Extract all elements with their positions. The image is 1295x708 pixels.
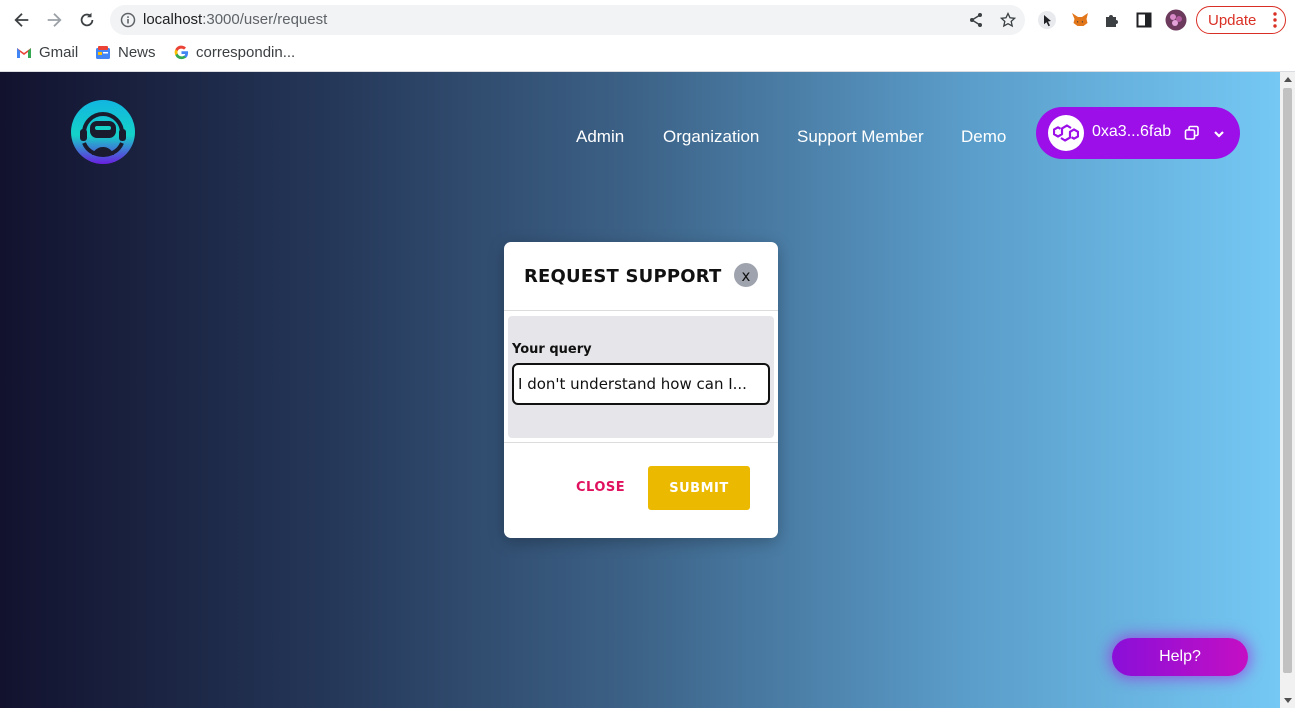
divider (504, 442, 778, 443)
extension-cursor-icon[interactable] (1036, 9, 1058, 31)
copy-icon[interactable] (1184, 125, 1200, 141)
nav-admin[interactable]: Admin (576, 127, 624, 147)
scrollbar-thumb[interactable] (1283, 88, 1292, 673)
update-button[interactable]: Update (1196, 6, 1286, 34)
request-support-modal: REQUEST SUPPORT x Your query CLOSE SUBMI… (504, 242, 778, 538)
address-bar[interactable]: localhost:3000/user/request (110, 5, 1025, 35)
info-icon (120, 12, 136, 28)
url-text: localhost:3000/user/request (143, 11, 328, 28)
submit-button[interactable]: SUBMIT (648, 466, 750, 510)
query-input[interactable] (512, 363, 770, 405)
page-viewport: Admin Organization Support Member Demo 0… (0, 72, 1280, 708)
divider (504, 310, 778, 311)
modal-title: REQUEST SUPPORT (524, 266, 722, 287)
bookmark-news[interactable]: News (95, 44, 156, 61)
nav-organization[interactable]: Organization (663, 127, 759, 147)
nav-support-member[interactable]: Support Member (797, 127, 924, 147)
back-arrow-icon (14, 13, 29, 27)
nav-demo[interactable]: Demo (961, 127, 1006, 147)
profile-avatar-icon[interactable] (1165, 9, 1187, 31)
browser-chrome: localhost:3000/user/request Update Gmail (0, 0, 1295, 72)
modal-close-x-button[interactable]: x (734, 263, 758, 287)
modal-body: Your query (508, 316, 774, 438)
wallet-button[interactable]: 0xa3...6fab (1036, 107, 1240, 159)
query-label: Your query (512, 342, 592, 357)
bookmarks-bar: Gmail News correspondin... (0, 40, 1295, 68)
extensions-puzzle-icon[interactable] (1101, 9, 1123, 31)
share-icon[interactable] (968, 12, 984, 28)
support-headset-logo-icon[interactable] (70, 99, 136, 165)
back-button[interactable] (10, 8, 34, 32)
chevron-down-icon[interactable] (1212, 127, 1226, 141)
bookmark-correspondin[interactable]: correspondin... (173, 44, 295, 61)
scroll-up-arrow-icon[interactable] (1284, 77, 1292, 82)
forward-button[interactable] (42, 8, 66, 32)
forward-arrow-icon (47, 13, 62, 27)
google-icon (173, 45, 189, 61)
more-vert-icon (1273, 12, 1277, 28)
polygon-logo-icon (1048, 115, 1084, 151)
wallet-address: 0xa3...6fab (1092, 123, 1172, 140)
update-label: Update (1208, 11, 1257, 29)
side-panel-icon[interactable] (1133, 9, 1155, 31)
scrollbar[interactable] (1280, 72, 1295, 708)
reload-button[interactable] (75, 8, 99, 32)
reload-icon (80, 12, 94, 27)
metamask-fox-icon[interactable] (1069, 9, 1091, 31)
gmail-icon (16, 45, 32, 61)
close-button[interactable]: CLOSE (576, 480, 625, 495)
news-icon (95, 45, 111, 61)
help-button[interactable]: Help? (1112, 638, 1248, 676)
bookmark-gmail[interactable]: Gmail (16, 44, 78, 61)
star-icon[interactable] (1000, 12, 1016, 28)
scroll-down-arrow-icon[interactable] (1284, 698, 1292, 703)
